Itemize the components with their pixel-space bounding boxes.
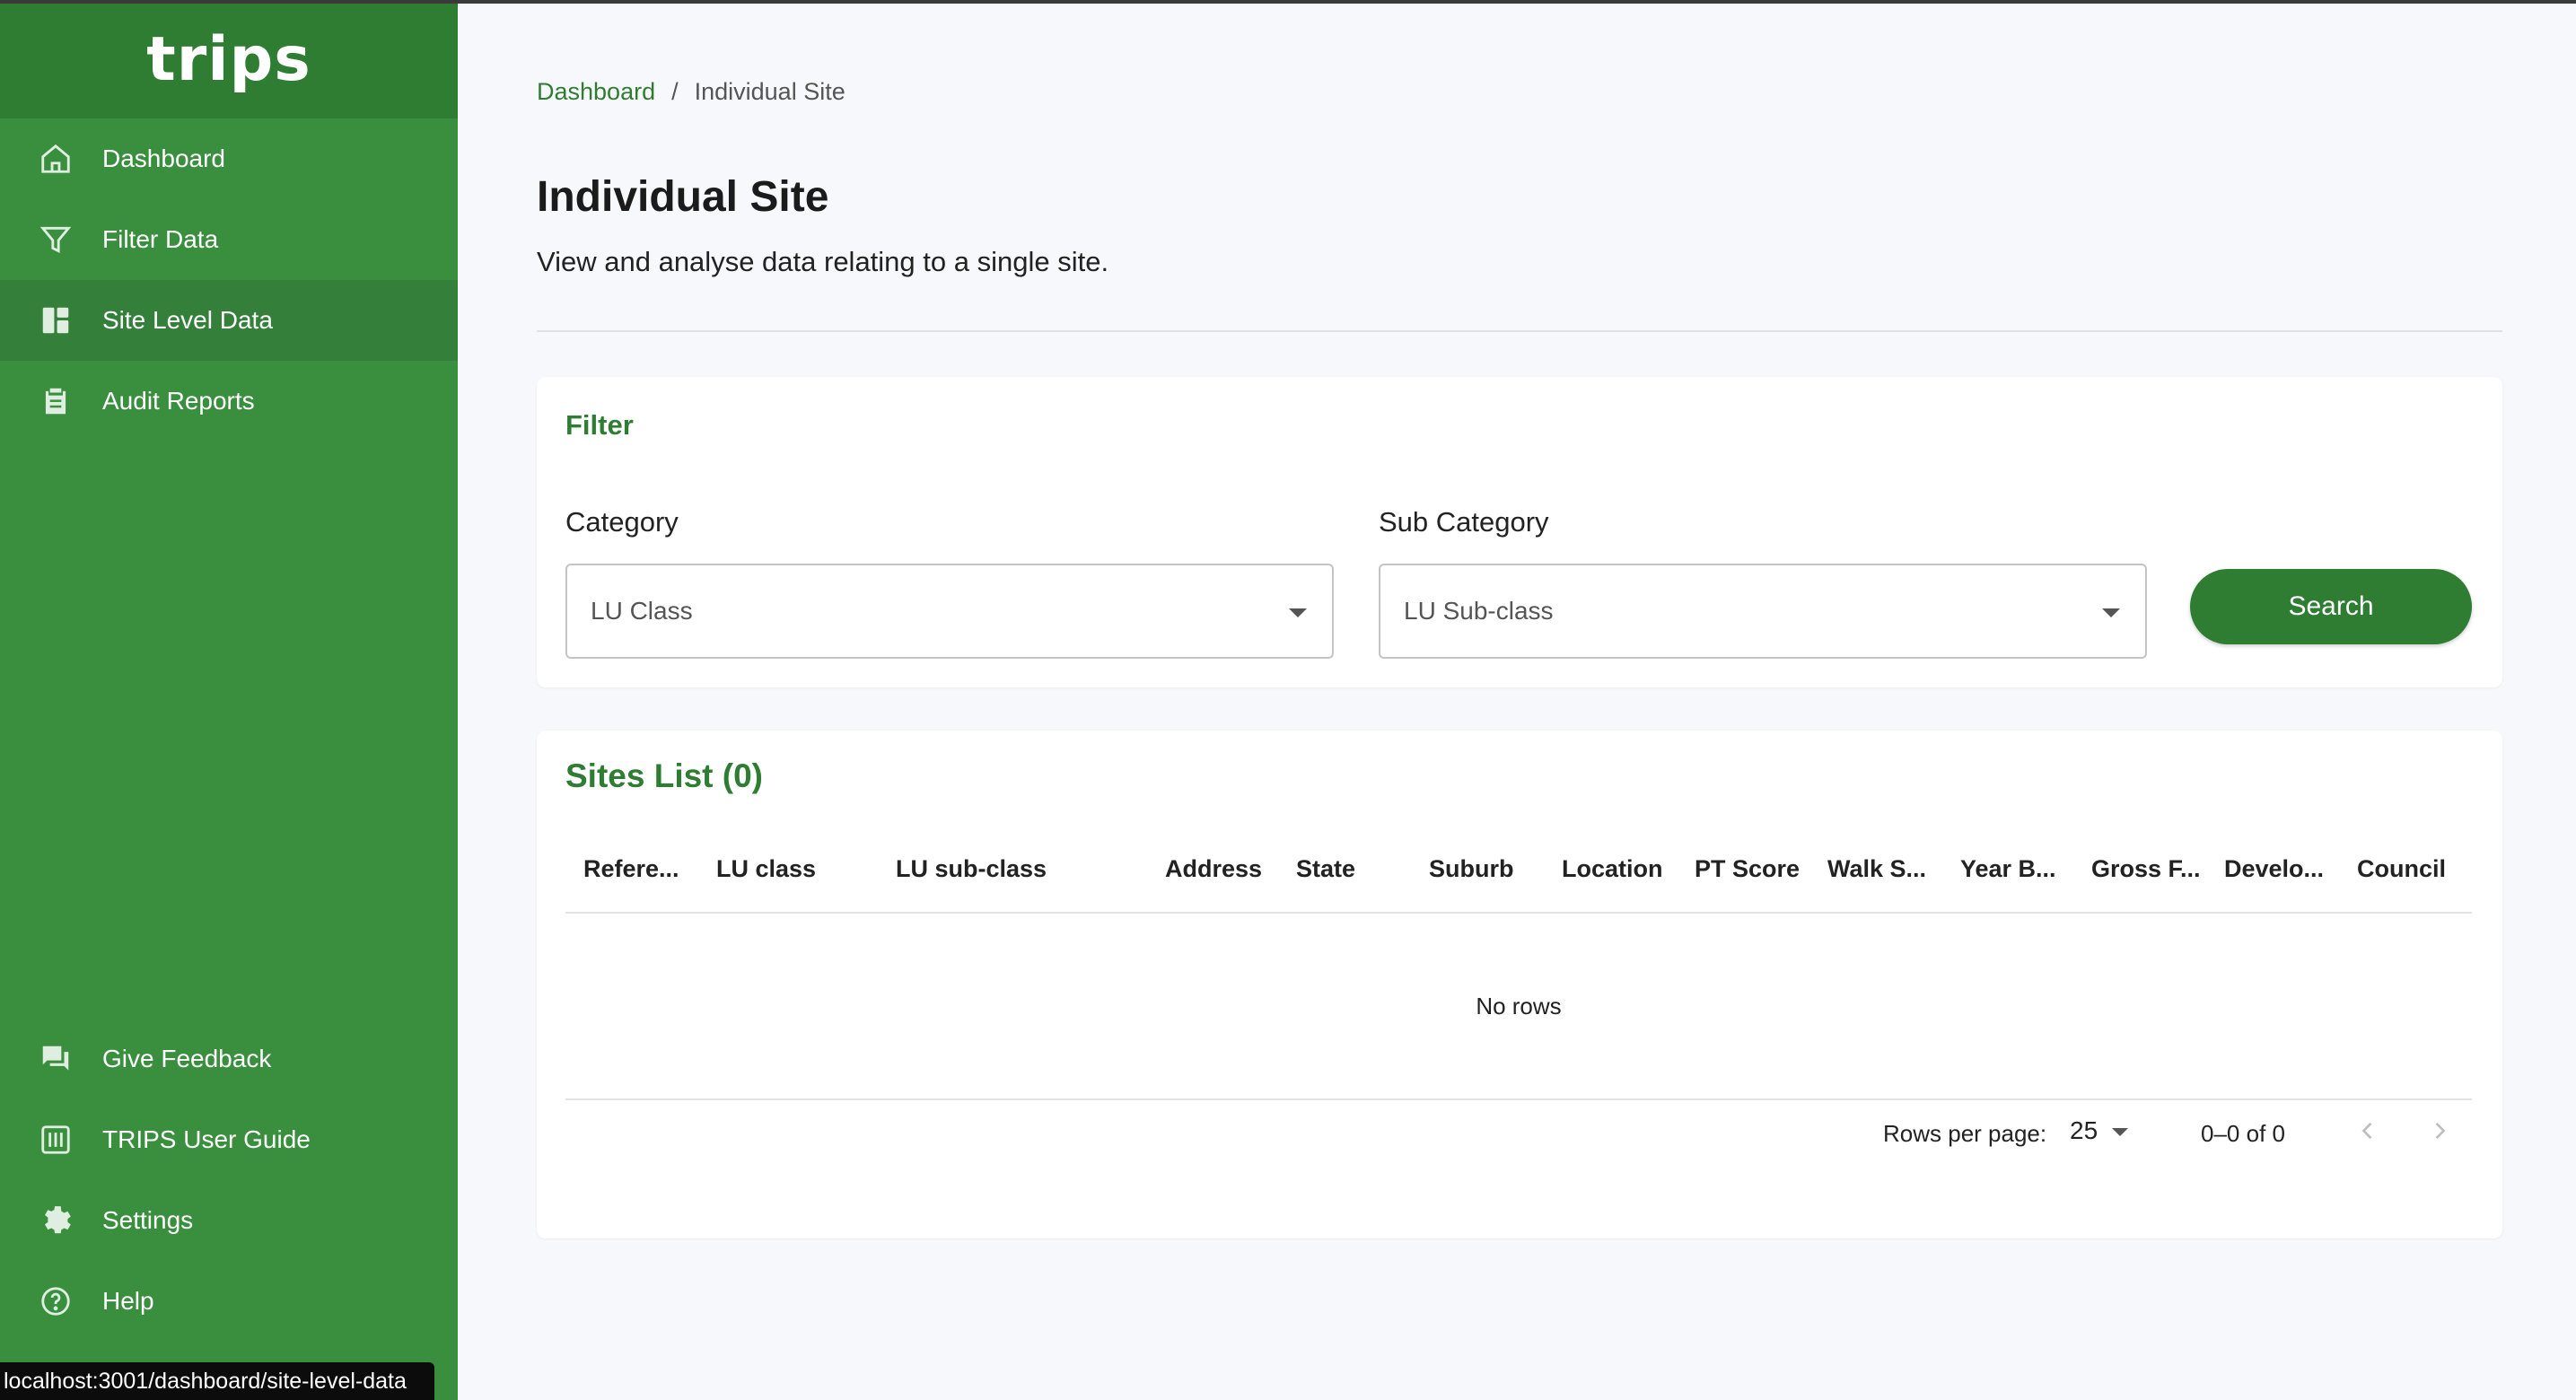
column-header-state[interactable]: State <box>1296 824 1355 914</box>
rows-per-page-select[interactable]: 25 <box>2070 1116 2129 1145</box>
chevron-down-icon <box>2102 608 2120 617</box>
column-header-developer[interactable]: Develo... <box>2224 824 2324 914</box>
rows-per-page-value: 25 <box>2070 1116 2098 1144</box>
search-button[interactable]: Search <box>2190 569 2472 644</box>
sidebar-item-help[interactable]: Help <box>0 1261 458 1342</box>
chevron-down-icon <box>2112 1128 2129 1136</box>
subcategory-select[interactable]: LU Sub-class <box>1379 564 2147 659</box>
help-icon <box>38 1283 74 1319</box>
sidebar-item-label: TRIPS User Guide <box>102 1125 311 1153</box>
chevron-right-icon <box>2435 1122 2446 1140</box>
sidebar-item-label: Settings <box>102 1206 194 1234</box>
chevron-down-icon <box>1289 608 1307 617</box>
subcategory-label: Sub Category <box>1379 506 1549 538</box>
guide-icon <box>38 1122 74 1158</box>
column-header-address[interactable]: Address <box>1165 824 1262 914</box>
sidebar-item-label: Filter Data <box>102 225 219 253</box>
sidebar-item-label: Audit Reports <box>102 387 255 415</box>
column-header-reference[interactable]: Refere... <box>583 824 679 914</box>
sidebar-item-label: Dashboard <box>102 144 225 172</box>
sidebar-item-give-feedback[interactable]: Give Feedback <box>0 1019 458 1099</box>
sidebar-bottom-nav: Give Feedback TRIPS User Guide Settings … <box>0 1019 458 1342</box>
window-top-border <box>0 0 2576 4</box>
column-header-gross-floor[interactable]: Gross F... <box>2091 824 2201 914</box>
filter-title: Filter <box>565 409 634 441</box>
sidebar-item-label: Site Level Data <box>102 306 273 334</box>
column-header-pt-score[interactable]: PT Score <box>1695 824 1800 914</box>
sidebar-item-filter-data[interactable]: Filter Data <box>0 199 458 280</box>
column-header-year-built[interactable]: Year B... <box>1960 824 2056 914</box>
no-rows-message: No rows <box>1476 992 1562 1019</box>
page-title: Individual Site <box>537 173 829 221</box>
sidebar-item-settings[interactable]: Settings <box>0 1180 458 1261</box>
column-header-lu-sub-class[interactable]: LU sub-class <box>896 824 1047 914</box>
breadcrumb-separator: / <box>671 78 679 105</box>
sites-list-card: Sites List (0) Refere... LU class LU sub… <box>537 731 2502 1238</box>
filter-icon <box>38 222 74 258</box>
browser-status-url: localhost:3001/dashboard/site-level-data <box>0 1362 434 1400</box>
previous-page-button[interactable] <box>2350 1113 2386 1149</box>
category-select-value: LU Class <box>591 597 693 625</box>
breadcrumb-dashboard-link[interactable]: Dashboard <box>537 78 655 106</box>
category-select[interactable]: LU Class <box>565 564 1334 659</box>
table-body: No rows <box>565 914 2472 1100</box>
app-logo[interactable]: trips <box>0 0 458 118</box>
gear-icon <box>38 1203 74 1238</box>
sidebar-nav: Dashboard Filter Data Site Level Data Au… <box>0 118 458 442</box>
column-header-council[interactable]: Council <box>2357 824 2446 914</box>
dashboard-grid-icon <box>38 302 74 338</box>
logo-text: trips <box>146 23 311 95</box>
header-divider <box>537 330 2502 332</box>
next-page-button[interactable] <box>2422 1113 2458 1149</box>
sites-table: Refere... LU class LU sub-class Address … <box>565 824 2472 1100</box>
sidebar: trips Dashboard Filter Data Site Level D… <box>0 0 458 1400</box>
column-header-lu-class[interactable]: LU class <box>716 824 816 914</box>
category-label: Category <box>565 506 679 538</box>
sidebar-item-label: Help <box>102 1287 154 1315</box>
column-header-walk-score[interactable]: Walk S... <box>1827 824 1926 914</box>
pagination-range: 0–0 of 0 <box>2201 1120 2285 1147</box>
sidebar-item-label: Give Feedback <box>102 1045 272 1072</box>
filter-card: Filter Category LU Class Sub Category LU… <box>537 377 2502 687</box>
column-header-suburb[interactable]: Suburb <box>1429 824 1514 914</box>
subcategory-select-value: LU Sub-class <box>1404 597 1554 625</box>
sidebar-item-user-guide[interactable]: TRIPS User Guide <box>0 1099 458 1180</box>
column-header-location[interactable]: Location <box>1562 824 1663 914</box>
breadcrumb-current: Individual Site <box>694 78 846 105</box>
home-icon <box>38 141 74 177</box>
page-subtitle: View and analyse data relating to a sing… <box>537 246 1109 277</box>
sidebar-item-site-level-data[interactable]: Site Level Data <box>0 280 458 361</box>
sidebar-item-audit-reports[interactable]: Audit Reports <box>0 361 458 442</box>
feedback-icon <box>38 1041 74 1077</box>
breadcrumb: Dashboard / Individual Site <box>537 78 846 106</box>
sidebar-item-dashboard[interactable]: Dashboard <box>0 118 458 199</box>
sites-list-title: Sites List (0) <box>565 757 763 794</box>
table-pagination: Rows per page: 25 0–0 of 0 <box>565 1106 2472 1159</box>
clipboard-icon <box>38 383 74 419</box>
table-header: Refere... LU class LU sub-class Address … <box>565 824 2472 914</box>
chevron-left-icon <box>2361 1122 2372 1140</box>
rows-per-page-label: Rows per page: <box>1883 1120 2047 1147</box>
